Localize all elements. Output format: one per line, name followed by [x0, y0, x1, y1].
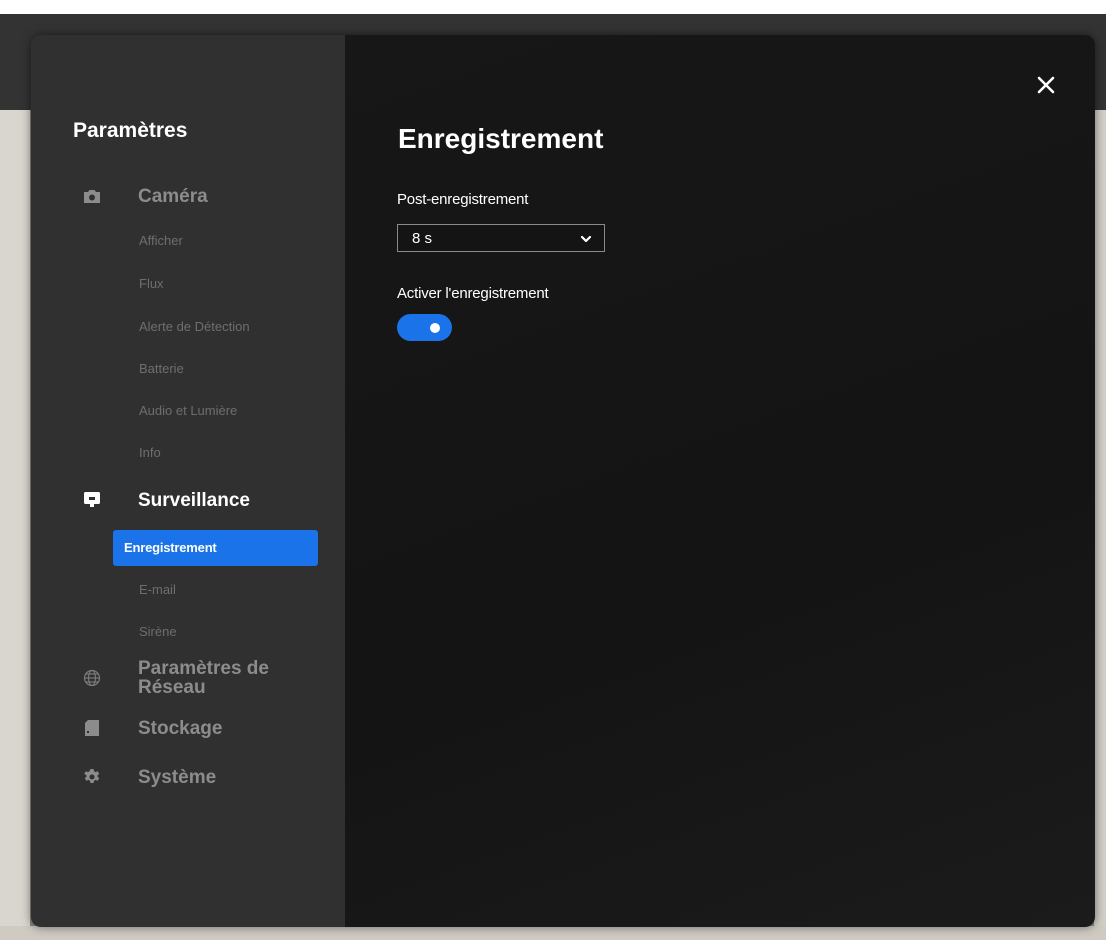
- sidebar-item-afficher[interactable]: Afficher: [139, 233, 183, 249]
- globe-icon: [82, 668, 102, 688]
- page-title: Enregistrement: [398, 123, 604, 154]
- close-button[interactable]: [1034, 73, 1058, 97]
- camera-icon: [82, 186, 102, 206]
- sidebar-section-system[interactable]: Système: [82, 767, 216, 787]
- sidebar-item-sirene[interactable]: Sirène: [139, 624, 177, 640]
- sidebar-item-batterie[interactable]: Batterie: [139, 361, 184, 377]
- background-top-bar: [0, 0, 1106, 14]
- enable-recording-label: Activer l'enregistrement: [397, 285, 549, 302]
- sidebar-item-email[interactable]: E-mail: [139, 582, 176, 598]
- post-recording-select[interactable]: 8 s: [397, 224, 605, 252]
- gear-icon: [82, 767, 102, 787]
- sidebar-section-network[interactable]: Paramètres de Réseau: [82, 659, 298, 697]
- background-left: [0, 110, 30, 940]
- toggle-knob: [430, 323, 440, 333]
- background-right: [1094, 110, 1106, 940]
- sidebar-item-enregistrement[interactable]: Enregistrement: [113, 530, 318, 566]
- monitor-icon: [82, 490, 102, 510]
- sidebar-item-info[interactable]: Info: [139, 445, 161, 461]
- sidebar-item-alerte-detection[interactable]: Alerte de Détection: [139, 319, 250, 335]
- post-recording-label: Post-enregistrement: [397, 191, 529, 208]
- post-recording-value: 8 s: [412, 229, 433, 247]
- sidebar-section-label: Surveillance: [138, 489, 250, 511]
- sidebar-title: Paramètres: [73, 119, 188, 142]
- enable-recording-toggle[interactable]: [397, 314, 452, 341]
- sidebar-section-label: Caméra: [138, 185, 208, 207]
- sidebar-item-audio-lumiere[interactable]: Audio et Lumière: [139, 403, 237, 419]
- settings-sidebar: Paramètres Caméra Afficher Flux Alerte d…: [31, 35, 345, 927]
- sd-card-icon: [82, 718, 102, 738]
- sidebar-section-surveillance[interactable]: Surveillance: [82, 490, 250, 510]
- sidebar-section-label: Paramètres de Réseau: [138, 658, 269, 698]
- background-bottom: [0, 926, 1106, 940]
- chevron-down-icon: [580, 232, 592, 244]
- sidebar-section-label: Stockage: [138, 717, 223, 739]
- sidebar-item-flux[interactable]: Flux: [139, 276, 164, 292]
- settings-content: Enregistrement Post-enregistrement 8 s A…: [345, 35, 1095, 927]
- close-icon: [1034, 76, 1058, 101]
- settings-modal: Paramètres Caméra Afficher Flux Alerte d…: [31, 35, 1095, 927]
- sidebar-section-camera[interactable]: Caméra: [82, 186, 208, 206]
- sidebar-section-storage[interactable]: Stockage: [82, 718, 222, 738]
- sidebar-section-label: Système: [138, 766, 217, 788]
